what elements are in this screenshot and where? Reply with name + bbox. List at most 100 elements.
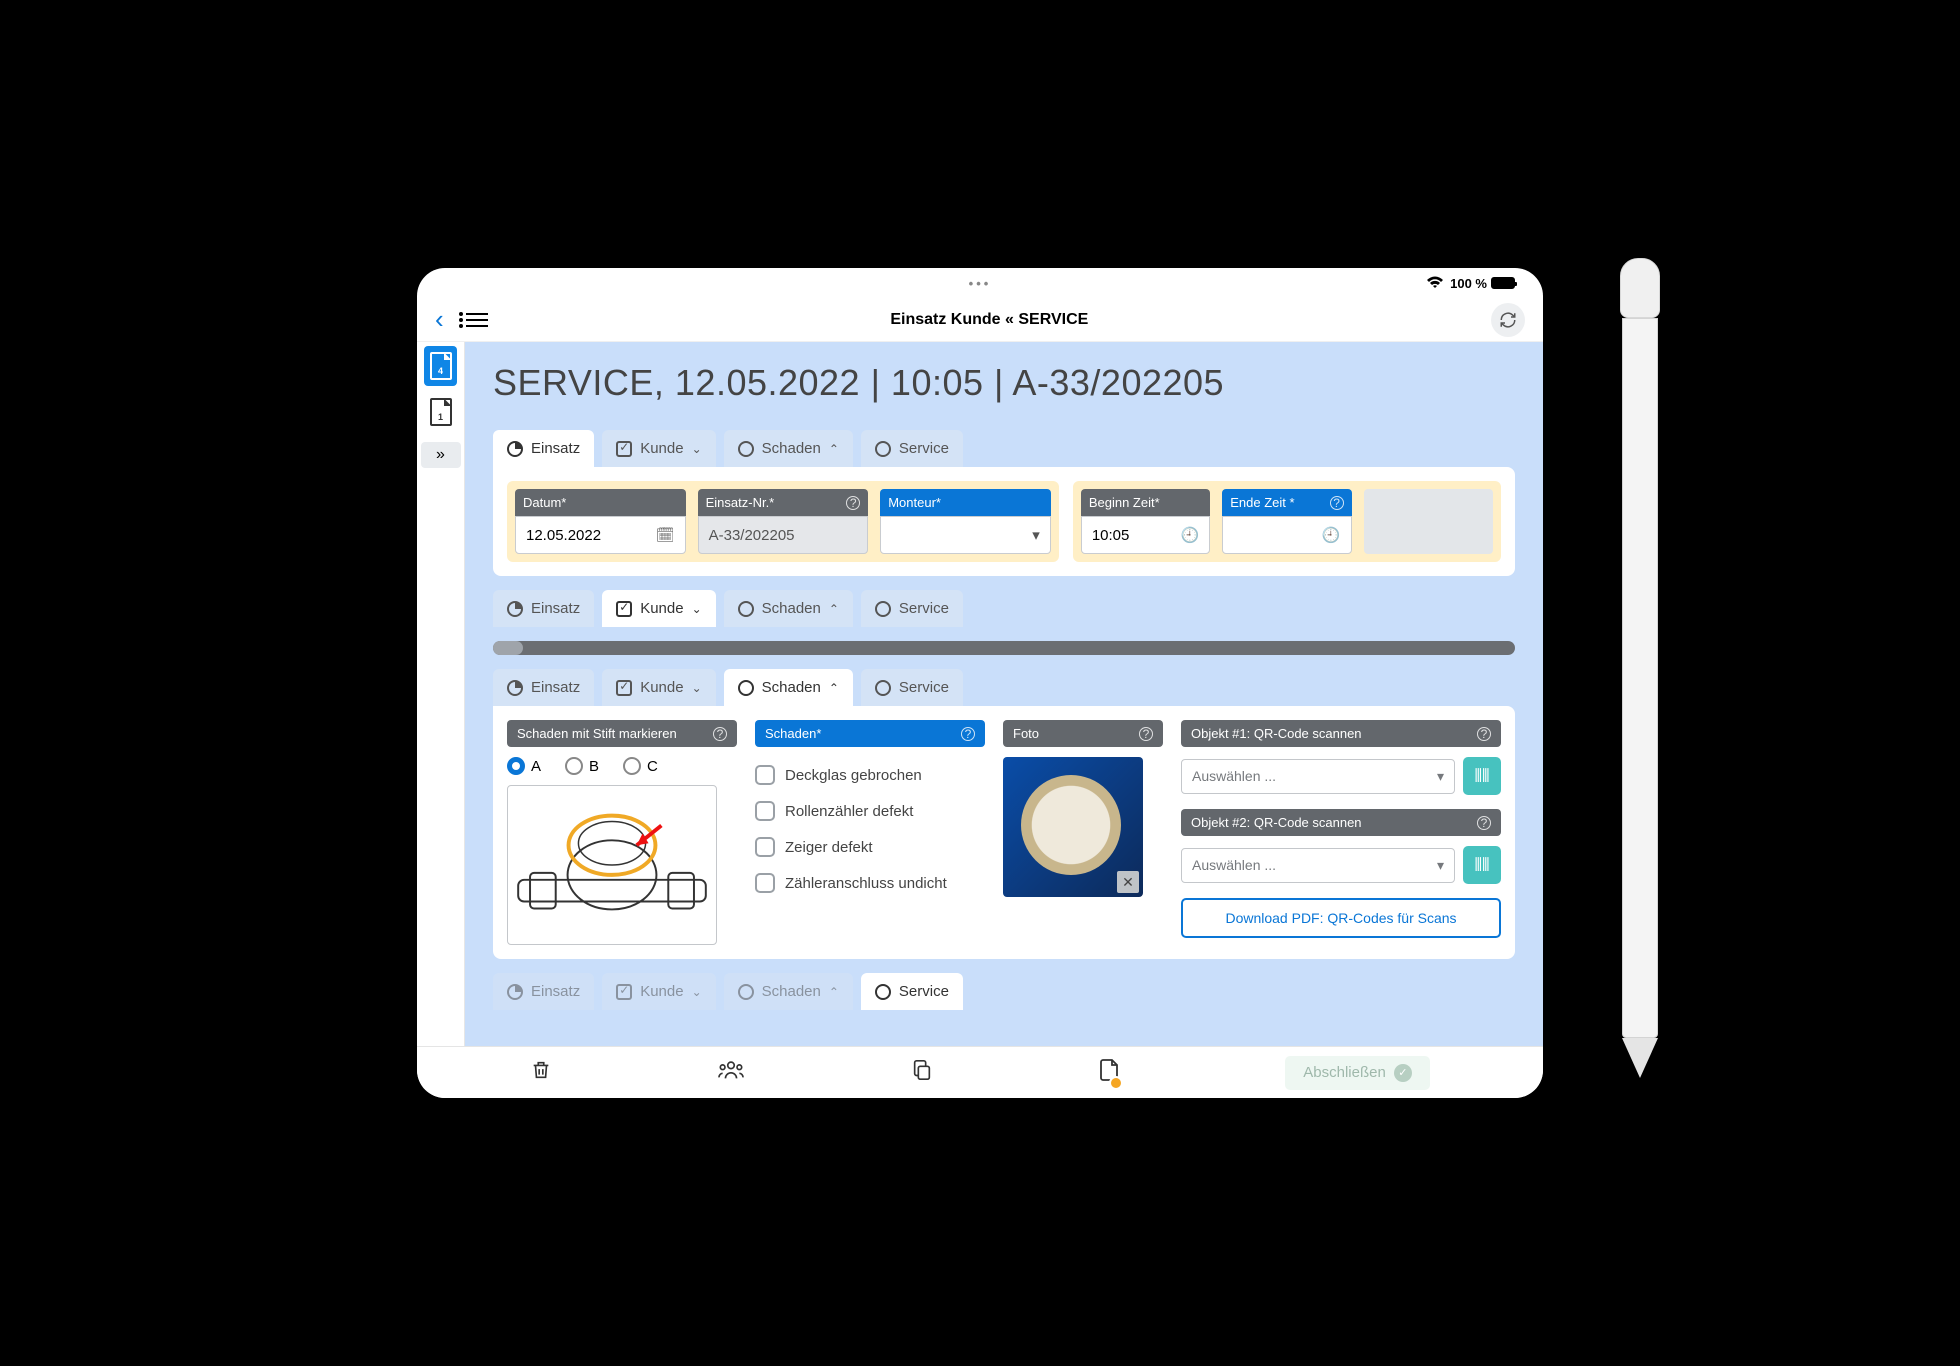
status-bar: ••• 100 % — [417, 268, 1543, 298]
pie-icon — [507, 441, 523, 457]
tab-einsatz[interactable]: Einsatz — [493, 973, 594, 1010]
pie-icon — [507, 680, 523, 696]
tab-schaden[interactable]: Schaden⌃ — [724, 430, 853, 467]
wifi-icon — [1426, 275, 1444, 292]
label-schaden-list: Schaden*? — [755, 720, 985, 747]
tab-einsatz[interactable]: Einsatz — [493, 430, 594, 467]
finish-button[interactable]: Abschließen✓ — [1285, 1056, 1430, 1090]
help-icon[interactable]: ? — [961, 727, 975, 741]
document-status-button[interactable] — [1099, 1058, 1119, 1088]
circle-icon — [875, 984, 891, 1000]
sidebar-expand-button[interactable]: » — [421, 442, 461, 468]
tab-service[interactable]: Service — [861, 590, 963, 627]
help-icon[interactable]: ? — [713, 727, 727, 741]
help-icon[interactable]: ? — [1330, 496, 1344, 510]
select-qr1[interactable]: Auswählen ...▾ — [1181, 759, 1455, 794]
copy-button[interactable] — [911, 1059, 933, 1087]
label-qr1: Objekt #1: QR-Code scannen? — [1181, 720, 1501, 747]
tab-schaden[interactable]: Schaden⌃ — [724, 590, 853, 627]
record-title: SERVICE, 12.05.2022 | 10:05 | A-33/20220… — [493, 362, 1515, 404]
label-qr2: Objekt #2: QR-Code scannen? — [1181, 809, 1501, 836]
tab-einsatz[interactable]: Einsatz — [493, 590, 594, 627]
grabber-dots-icon: ••• — [969, 276, 992, 291]
tab-service[interactable]: Service — [861, 430, 963, 467]
check-rollenzaehler[interactable]: Rollenzähler defekt — [755, 793, 985, 829]
select-qr2[interactable]: Auswählen ...▾ — [1181, 848, 1455, 883]
chevron-down-icon: ⌄ — [692, 985, 702, 999]
navbar: ‹ Einsatz Kunde « SERVICE — [417, 298, 1543, 342]
delete-button[interactable] — [530, 1059, 552, 1087]
check-icon — [616, 441, 632, 457]
circle-icon — [738, 441, 754, 457]
tab-service[interactable]: Service — [861, 669, 963, 706]
help-icon[interactable]: ? — [1477, 727, 1491, 741]
input-einsatz-nr: A-33/202205 — [698, 516, 869, 554]
help-icon[interactable]: ? — [846, 496, 860, 510]
chevron-up-icon: ⌃ — [829, 985, 839, 999]
check-icon — [616, 601, 632, 617]
select-monteur[interactable] — [880, 516, 1051, 554]
help-icon[interactable]: ? — [1477, 816, 1491, 830]
tab-schaden[interactable]: Schaden⌃ — [724, 973, 853, 1010]
chevron-up-icon: ⌃ — [829, 442, 839, 456]
sidebar-doc-active[interactable]: 4 — [424, 346, 457, 386]
input-ende[interactable]: 🕘 — [1222, 516, 1351, 554]
list-menu-button[interactable] — [466, 313, 488, 327]
chevron-down-icon: ⌄ — [692, 442, 702, 456]
calendar-icon: 🗓 — [656, 526, 675, 544]
tab-einsatz[interactable]: Einsatz — [493, 669, 594, 706]
label-ende: Ende Zeit *? — [1222, 489, 1351, 516]
input-beginn[interactable]: 10:05🕘 — [1081, 516, 1210, 554]
refresh-button[interactable] — [1491, 303, 1525, 337]
chevron-down-icon: ⌄ — [692, 602, 702, 616]
radio-c[interactable]: C — [623, 757, 658, 775]
scan-qr2-button[interactable]: ⫴⫴ — [1463, 846, 1501, 884]
circle-icon — [875, 601, 891, 617]
download-pdf-button[interactable]: Download PDF: QR-Codes für Scans — [1181, 898, 1501, 938]
meter-photo-icon — [1021, 775, 1121, 875]
delete-photo-button[interactable]: ✕ — [1117, 871, 1139, 893]
share-users-button[interactable] — [718, 1059, 744, 1087]
page-title: Einsatz Kunde « SERVICE — [890, 311, 1088, 329]
check-icon — [616, 680, 632, 696]
sidebar: 4 1 » — [417, 342, 465, 1046]
tab-kunde[interactable]: Kunde⌄ — [602, 590, 715, 627]
circle-icon — [738, 984, 754, 1000]
bottom-toolbar: Abschließen✓ — [417, 1046, 1543, 1098]
circle-icon — [738, 601, 754, 617]
chevron-up-icon: ⌃ — [829, 602, 839, 616]
label-beginn: Beginn Zeit* — [1081, 489, 1210, 516]
input-datum[interactable]: 12.05.2022🗓 — [515, 516, 686, 554]
circle-icon — [875, 680, 891, 696]
tab-kunde[interactable]: Kunde⌄ — [602, 430, 715, 467]
label-datum: Datum* — [515, 489, 686, 516]
photo-thumbnail[interactable]: ✕ — [1003, 757, 1143, 897]
tab-kunde[interactable]: Kunde⌄ — [602, 973, 715, 1010]
check-zeiger[interactable]: Zeiger defekt — [755, 829, 985, 865]
chevron-down-icon: ▾ — [1437, 768, 1444, 785]
back-button[interactable]: ‹ — [435, 304, 444, 335]
document-icon: 1 — [430, 398, 452, 426]
label-mark: Schaden mit Stift markieren? — [507, 720, 737, 747]
tab-kunde[interactable]: Kunde⌄ — [602, 669, 715, 706]
meter-diagram[interactable] — [507, 785, 717, 945]
battery-percent: 100 % — [1450, 276, 1487, 291]
help-icon[interactable]: ? — [1139, 727, 1153, 741]
radio-b[interactable]: B — [565, 757, 599, 775]
tab-schaden[interactable]: Schaden⌃ — [724, 669, 853, 706]
label-einsatz-nr: Einsatz-Nr.*? — [698, 489, 869, 516]
document-icon: 4 — [430, 352, 452, 380]
circle-icon — [738, 680, 754, 696]
check-anschluss[interactable]: Zähleranschluss undicht — [755, 865, 985, 901]
scan-qr1-button[interactable]: ⫴⫴ — [1463, 757, 1501, 795]
field-placeholder — [1364, 489, 1493, 554]
tab-service[interactable]: Service — [861, 973, 963, 1010]
check-deckglas[interactable]: Deckglas gebrochen — [755, 757, 985, 793]
sidebar-doc[interactable]: 1 — [424, 392, 457, 432]
barcode-icon: ⫴⫴ — [1474, 766, 1489, 787]
label-foto: Foto? — [1003, 720, 1163, 747]
horizontal-scrollbar[interactable] — [493, 641, 1515, 655]
chevron-down-icon: ⌄ — [692, 681, 702, 695]
radio-a[interactable]: A — [507, 757, 541, 775]
apple-pencil-icon — [1620, 258, 1660, 1098]
